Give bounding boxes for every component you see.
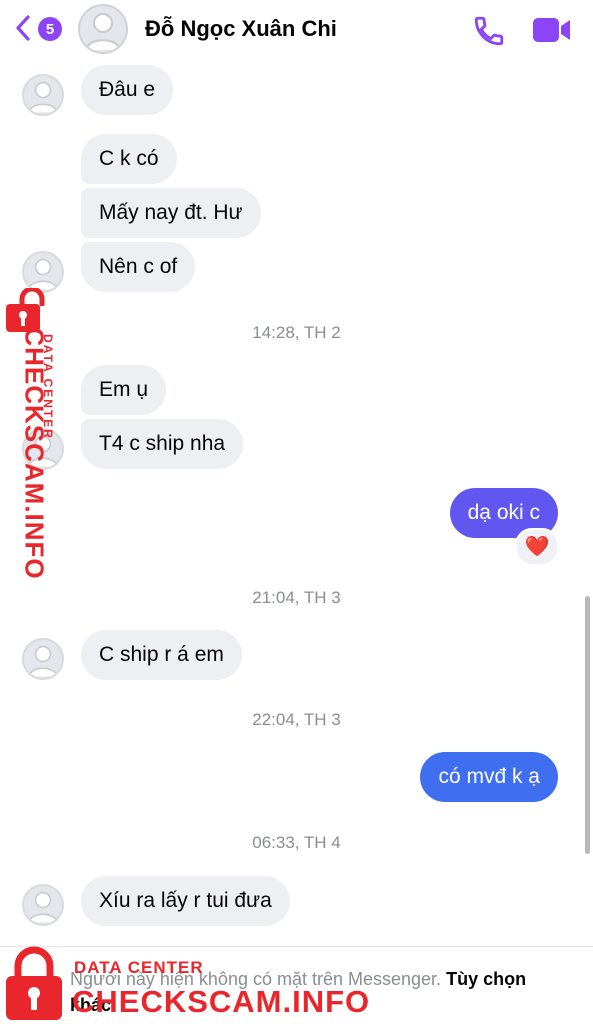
- incoming-message[interactable]: Mấy nay đt. Hư: [81, 188, 261, 238]
- voice-call-button[interactable]: [472, 14, 506, 53]
- back-chevron-icon: [16, 15, 30, 41]
- sender-avatar[interactable]: [22, 638, 64, 680]
- incoming-message[interactable]: C k có: [81, 134, 177, 184]
- back-button[interactable]: 5: [16, 13, 66, 45]
- heart-icon: ❤️: [524, 536, 550, 558]
- default-avatar-icon: [28, 891, 58, 923]
- watermark-bottom: DATA CENTER CHECKSCAM.INFO: [0, 944, 369, 1024]
- incoming-message[interactable]: Em ụ: [81, 365, 167, 415]
- contact-name[interactable]: Đỗ Ngọc Xuân Chi: [145, 16, 337, 42]
- phone-icon: [474, 16, 504, 46]
- unread-badge: 5: [38, 17, 62, 41]
- sender-avatar[interactable]: [22, 74, 64, 116]
- video-camera-icon: [533, 18, 570, 42]
- watermark-big-text: CHECKSCAM.INFO: [19, 327, 50, 580]
- incoming-message[interactable]: Nên c of: [81, 242, 196, 292]
- incoming-message[interactable]: C ship r á em: [81, 630, 242, 680]
- sender-avatar[interactable]: [22, 884, 64, 926]
- timestamp: 14:28, TH 2: [252, 323, 341, 342]
- watermark-small-text: DATA CENTER: [74, 958, 204, 977]
- outgoing-message[interactable]: có mvđ k ạ: [420, 752, 558, 802]
- timestamp: 06:33, TH 4: [252, 833, 341, 852]
- video-call-button[interactable]: [532, 16, 572, 49]
- default-avatar-icon: [28, 81, 58, 113]
- contact-avatar[interactable]: [78, 4, 128, 54]
- chat-header: 5 Đỗ Ngọc Xuân Chi: [0, 0, 593, 58]
- default-avatar-icon: [28, 258, 58, 290]
- watermark-side: DATA CENTER CHECKSCAM.INFO: [2, 288, 62, 580]
- sender-avatar[interactable]: [22, 251, 64, 293]
- message-reaction[interactable]: ❤️: [515, 528, 559, 566]
- scrollbar[interactable]: [585, 596, 590, 854]
- default-avatar-icon: [85, 13, 121, 51]
- timestamp: 22:04, TH 3: [252, 710, 341, 729]
- watermark-big-text: CHECKSCAM.INFO: [72, 984, 371, 1019]
- lock-icon: [6, 946, 62, 1020]
- timestamp: 21:04, TH 3: [252, 588, 341, 607]
- incoming-message[interactable]: Xíu ra lấy r tui đưa: [81, 876, 290, 926]
- incoming-message[interactable]: T4 c ship nha: [81, 419, 244, 469]
- incoming-message[interactable]: Đâu e: [81, 65, 174, 115]
- default-avatar-icon: [28, 645, 58, 677]
